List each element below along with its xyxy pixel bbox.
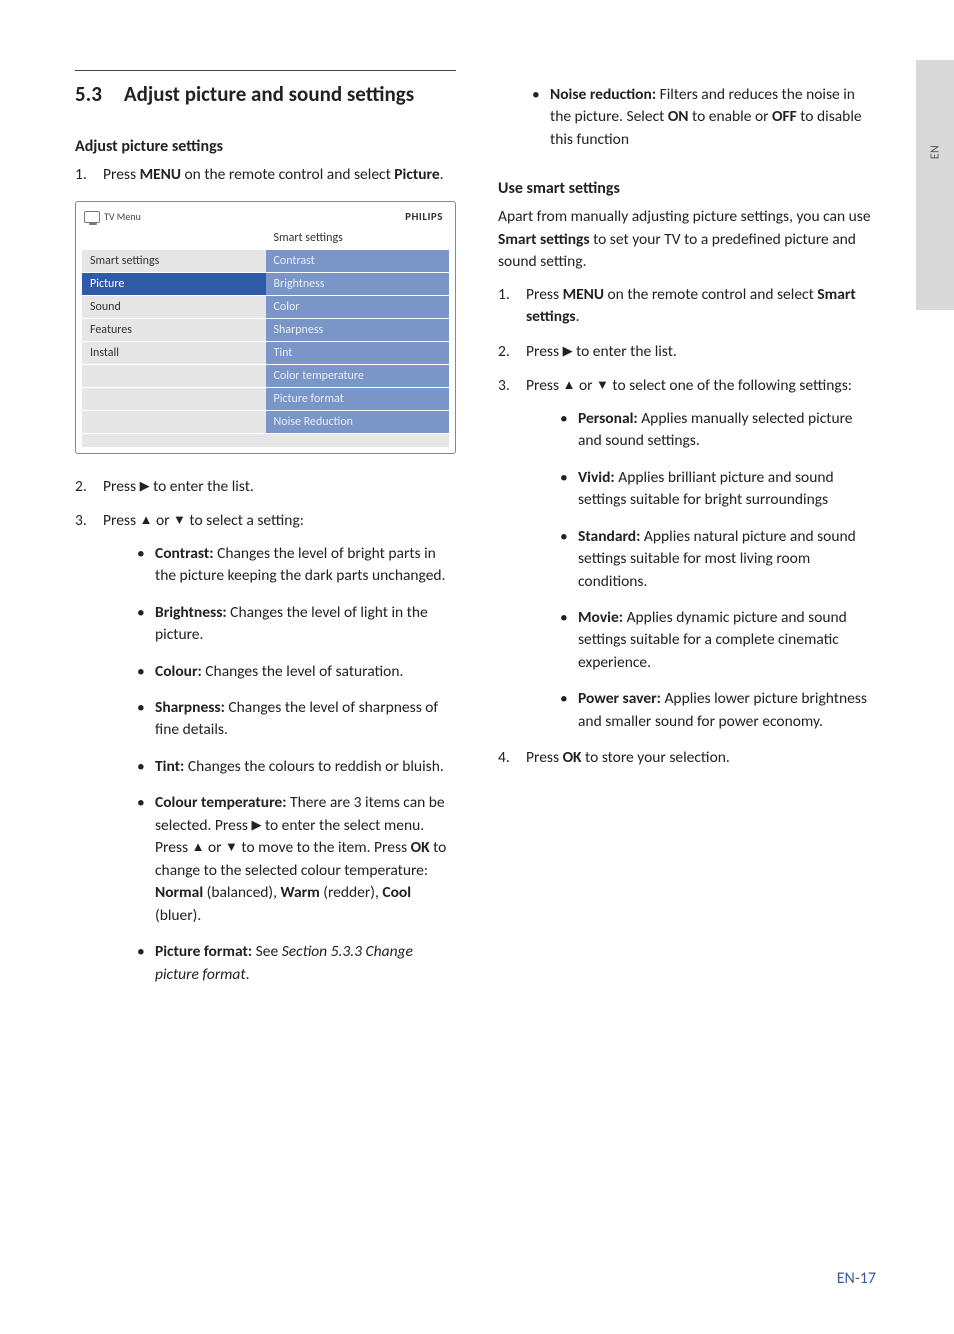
opt-vivid: Vivid: Applies brilliant picture and sou… (556, 467, 879, 512)
right-column: Noise reduction: Filters and reduces the… (498, 70, 879, 1000)
r-step-1: Press MENU on the remote control and sel… (498, 284, 879, 329)
opt-personal: Personal: Applies manually selected pict… (556, 408, 879, 453)
left-column: 5.3 Adjust picture and sound settings Ad… (75, 70, 456, 1000)
right-arrow-icon: ▶ (140, 478, 150, 493)
tv-right-item: Contrast (266, 249, 450, 272)
tv-icon (84, 211, 100, 223)
up-arrow-icon: ▲ (563, 377, 576, 392)
tv-left-item (82, 387, 266, 410)
tv-right-item: Color (266, 295, 450, 318)
subheading-smart-settings: Use smart settings (498, 179, 879, 198)
up-arrow-icon: ▲ (192, 839, 205, 854)
smart-settings-intro: Apart from manually adjusting picture se… (498, 206, 879, 273)
tv-menu-title: TV Menu (104, 210, 141, 223)
tv-menu-figure: TV Menu PHILIPS Smart settings Picture S… (75, 201, 456, 454)
right-arrow-icon: ▶ (251, 817, 261, 832)
tv-menu-footer (82, 433, 449, 447)
bullet-tint: Tint: Changes the colours to reddish or … (133, 756, 456, 778)
section-title: Adjust picture and sound settings (124, 81, 414, 107)
r-step-3: Press ▲ or ▼ to select one of the follow… (498, 375, 879, 733)
tv-right-item: Sharpness (266, 318, 450, 341)
opt-power-saver: Power saver: Applies lower picture brigh… (556, 688, 879, 733)
tv-menu-head-spacer (82, 227, 266, 249)
tv-right-item: Picture format (266, 387, 450, 410)
bullet-noise-reduction: Noise reduction: Filters and reduces the… (528, 84, 879, 151)
tv-right-item: Noise Reduction (266, 410, 450, 433)
opt-standard: Standard: Applies natural picture and so… (556, 526, 879, 593)
opt-movie: Movie: Applies dynamic picture and sound… (556, 607, 879, 674)
down-arrow-icon: ▼ (173, 512, 186, 527)
bullet-colour: Colour: Changes the level of saturation. (133, 661, 456, 683)
tv-menu-right-col: Smart settings Contrast Brightness Color… (266, 227, 450, 433)
section-rule (75, 70, 456, 71)
section-heading: 5.3 Adjust picture and sound settings (75, 81, 456, 107)
tv-left-item: Smart settings (82, 249, 266, 272)
setting-bullets: Contrast: Changes the level of bright pa… (133, 543, 456, 987)
bullet-colour-temp: Colour temperature: There are 3 items ca… (133, 792, 456, 927)
tv-left-item (82, 364, 266, 387)
philips-logo: PHILIPS (405, 210, 443, 223)
language-tab-label: EN (928, 145, 942, 160)
down-arrow-icon: ▼ (596, 377, 609, 392)
subheading-adjust-picture: Adjust picture settings (75, 137, 456, 156)
r-step-2: Press ▶ to enter the list. (498, 341, 879, 363)
tv-left-item: Features (82, 318, 266, 341)
smart-options: Personal: Applies manually selected pict… (556, 408, 879, 734)
r-step-4: Press OK to store your selection. (498, 747, 879, 769)
tv-right-head: Smart settings (266, 227, 450, 249)
noise-reduction-bullet-wrap: Noise reduction: Filters and reduces the… (528, 84, 879, 151)
steps-right: Press MENU on the remote control and sel… (498, 284, 879, 770)
tv-left-item-selected: Picture (82, 272, 266, 295)
step-3: Press ▲ or ▼ to select a setting: Contra… (75, 510, 456, 986)
step-1: Press MENU on the remote control and sel… (75, 164, 456, 186)
tv-right-item: Brightness (266, 272, 450, 295)
tv-left-item: Install (82, 341, 266, 364)
bullet-sharpness: Sharpness: Changes the level of sharpnes… (133, 697, 456, 742)
language-tab: EN (916, 60, 954, 310)
bullet-contrast: Contrast: Changes the level of bright pa… (133, 543, 456, 588)
tv-right-item: Tint (266, 341, 450, 364)
tv-left-item (82, 410, 266, 433)
step-2: Press ▶ to enter the list. (75, 476, 456, 498)
section-number: 5.3 (75, 81, 102, 107)
page-number: EN-17 (837, 1269, 876, 1288)
tv-left-item: Sound (82, 295, 266, 318)
steps-left-2: Press ▶ to enter the list. Press ▲ or ▼ … (75, 476, 456, 986)
steps-left-1: Press MENU on the remote control and sel… (75, 164, 456, 186)
right-arrow-icon: ▶ (563, 343, 573, 358)
bullet-brightness: Brightness: Changes the level of light i… (133, 602, 456, 647)
tv-right-item: Color temperature (266, 364, 450, 387)
down-arrow-icon: ▼ (225, 839, 238, 854)
tv-menu-left-col: Smart settings Picture Sound Features In… (82, 227, 266, 433)
bullet-picture-format: Picture format: See Section 5.3.3 Change… (133, 941, 456, 986)
up-arrow-icon: ▲ (140, 512, 153, 527)
